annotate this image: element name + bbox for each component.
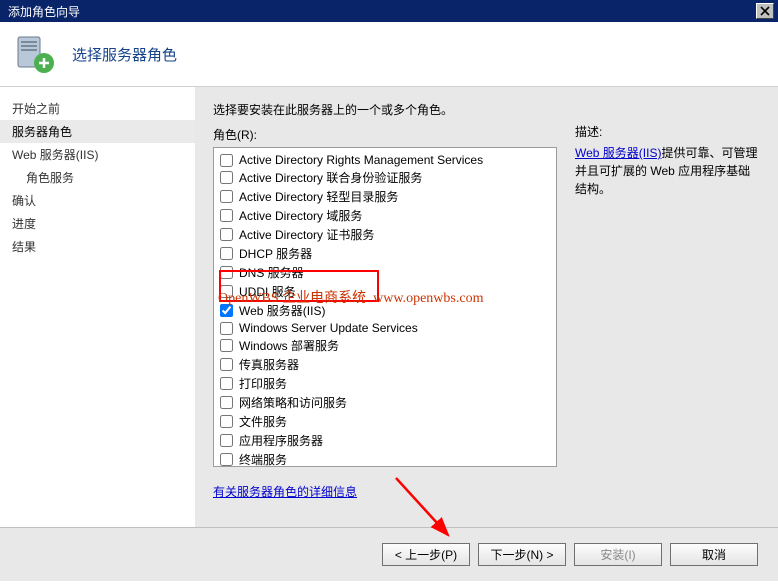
role-item-14[interactable]: 文件服务 [220,412,550,431]
role-item-1[interactable]: Active Directory 联合身份验证服务 [220,168,550,187]
role-checkbox-14[interactable] [220,415,233,428]
role-label: Web 服务器(IIS) [239,302,325,319]
role-label: 打印服务 [239,375,287,392]
wizard-header-icon [14,33,56,75]
button-bar: < 上一步(P) 下一步(N) > 安装(I) 取消 [0,527,778,581]
role-checkbox-3[interactable] [220,209,233,222]
role-label: 传真服务器 [239,356,299,373]
role-checkbox-8[interactable] [220,304,233,317]
main-panel: 选择要安装在此服务器上的一个或多个角色。 角色(R): Active Direc… [195,87,778,527]
role-item-8[interactable]: Web 服务器(IIS) [220,301,550,320]
role-checkbox-4[interactable] [220,228,233,241]
role-checkbox-13[interactable] [220,396,233,409]
install-button: 安装(I) [574,543,662,566]
sidebar-item-6[interactable]: 结果 [0,235,195,258]
role-item-3[interactable]: Active Directory 域服务 [220,206,550,225]
role-checkbox-9[interactable] [220,322,233,335]
next-button[interactable]: 下一步(N) > [478,543,566,566]
role-label: 网络策略和访问服务 [239,394,347,411]
role-label: 文件服务 [239,413,287,430]
wizard-header: 选择服务器角色 [0,22,778,87]
role-checkbox-15[interactable] [220,434,233,447]
content-area: 开始之前服务器角色Web 服务器(IIS)角色服务确认进度结果 选择要安装在此服… [0,87,778,527]
role-label: DNS 服务器 [239,264,304,281]
window-title: 添加角色向导 [4,3,80,20]
role-item-12[interactable]: 打印服务 [220,374,550,393]
role-checkbox-10[interactable] [220,339,233,352]
role-checkbox-12[interactable] [220,377,233,390]
role-label: Windows Server Update Services [239,321,418,335]
role-label: 终端服务 [239,451,287,467]
role-checkbox-0[interactable] [220,154,233,167]
role-label: Active Directory 域服务 [239,207,362,224]
sidebar-item-5[interactable]: 进度 [0,212,195,235]
roles-listbox[interactable]: Active Directory Rights Management Servi… [213,147,557,467]
more-info-link[interactable]: 有关服务器角色的详细信息 [213,483,357,500]
role-label: DHCP 服务器 [239,245,312,262]
role-label: Active Directory 证书服务 [239,226,374,243]
role-label: UDDI 服务 [239,283,296,300]
page-title: 选择服务器角色 [72,44,177,65]
sidebar-item-3[interactable]: 角色服务 [0,166,195,189]
role-label: Active Directory 轻型目录服务 [239,188,398,205]
role-checkbox-5[interactable] [220,247,233,260]
role-checkbox-16[interactable] [220,453,233,466]
role-label: Active Directory 联合身份验证服务 [239,169,422,186]
instruction-text: 选择要安装在此服务器上的一个或多个角色。 [213,101,557,118]
role-item-11[interactable]: 传真服务器 [220,355,550,374]
sidebar-item-0[interactable]: 开始之前 [0,97,195,120]
role-label: 应用程序服务器 [239,432,323,449]
sidebar-item-1[interactable]: 服务器角色 [0,120,195,143]
role-checkbox-1[interactable] [220,171,233,184]
role-label: Windows 部署服务 [239,337,339,354]
role-item-10[interactable]: Windows 部署服务 [220,336,550,355]
role-item-6[interactable]: DNS 服务器 [220,263,550,282]
description-text: Web 服务器(IIS)提供可靠、可管理并且可扩展的 Web 应用程序基础结构。 [575,144,760,198]
role-checkbox-11[interactable] [220,358,233,371]
role-checkbox-7[interactable] [220,285,233,298]
prev-button[interactable]: < 上一步(P) [382,543,470,566]
description-link[interactable]: Web 服务器(IIS) [575,146,661,160]
titlebar: 添加角色向导 [0,0,778,22]
role-item-16[interactable]: 终端服务 [220,450,550,467]
role-item-9[interactable]: Windows Server Update Services [220,320,550,336]
close-icon [760,6,770,16]
role-item-0[interactable]: Active Directory Rights Management Servi… [220,152,550,168]
role-label: Active Directory Rights Management Servi… [239,153,483,167]
role-item-15[interactable]: 应用程序服务器 [220,431,550,450]
role-item-7[interactable]: UDDI 服务 [220,282,550,301]
cancel-button[interactable]: 取消 [670,543,758,566]
role-checkbox-6[interactable] [220,266,233,279]
sidebar-item-4[interactable]: 确认 [0,189,195,212]
close-button[interactable] [756,3,774,19]
role-item-2[interactable]: Active Directory 轻型目录服务 [220,187,550,206]
role-item-13[interactable]: 网络策略和访问服务 [220,393,550,412]
sidebar-item-2[interactable]: Web 服务器(IIS) [0,143,195,166]
role-checkbox-2[interactable] [220,190,233,203]
roles-label: 角色(R): [213,126,557,143]
description-label: 描述: [575,123,760,140]
role-item-5[interactable]: DHCP 服务器 [220,244,550,263]
role-item-4[interactable]: Active Directory 证书服务 [220,225,550,244]
sidebar: 开始之前服务器角色Web 服务器(IIS)角色服务确认进度结果 [0,87,195,527]
